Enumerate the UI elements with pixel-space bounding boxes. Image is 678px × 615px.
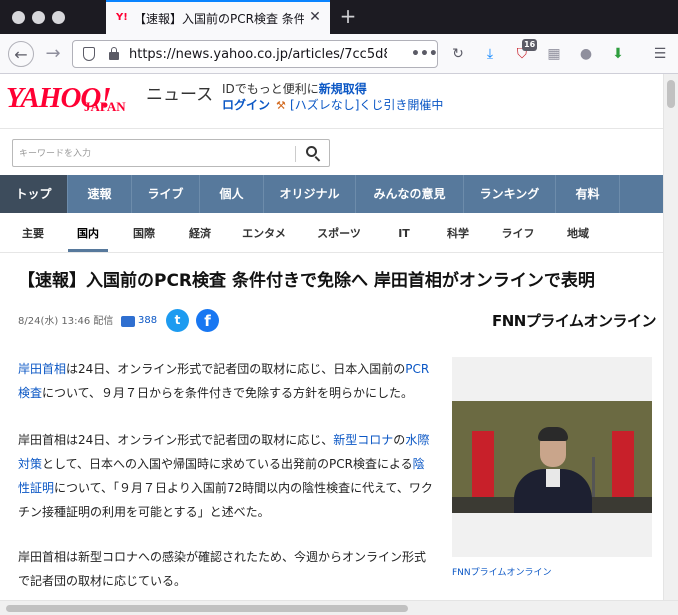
main-nav-live[interactable]: ライブ bbox=[132, 175, 200, 213]
browser-window: Y! 【速報】入国前のPCR検査 条件付きで免除へ 岸田首相がオンラインで表明 … bbox=[0, 0, 678, 615]
back-arrow-icon[interactable]: ← bbox=[8, 41, 34, 67]
active-tab-indicator bbox=[68, 249, 108, 252]
lock-icon[interactable] bbox=[109, 47, 119, 60]
hamburger-menu-icon[interactable]: ☰ bbox=[650, 44, 670, 64]
search-box: キーワードを入力 bbox=[12, 139, 330, 167]
url-text[interactable]: https://news.yahoo.co.jp/articles/7cc5d8… bbox=[129, 45, 387, 65]
photo-caption[interactable]: FNNプライムオンライン bbox=[452, 565, 652, 581]
category-tab-it[interactable]: IT bbox=[384, 225, 424, 243]
main-nav-top[interactable]: トップ bbox=[0, 175, 68, 213]
article-paragraph-3: 岸田首相は新型コロナへの感染が確認されたため、今週からオンライン形式で記者団の取… bbox=[18, 550, 427, 588]
close-window-button[interactable] bbox=[12, 11, 25, 24]
main-nav-original[interactable]: オリジナル bbox=[264, 175, 356, 213]
paragraph-text: について、９月７日からを条件付きで免除する方針を明らかにした。 bbox=[42, 386, 414, 400]
article-paragraph-2: 岸田首相は24日、オンライン形式で記者団の取材に応じ、新型コロナの水際対策として… bbox=[18, 428, 436, 524]
reader-icon[interactable]: ▦ bbox=[544, 44, 564, 64]
twitter-share-icon[interactable]: t bbox=[166, 309, 189, 332]
horizontal-scroll-thumb[interactable] bbox=[6, 605, 408, 612]
tab-strip: Y! 【速報】入国前のPCR検査 条件付きで免除へ 岸田首相がオンラインで表明 … bbox=[0, 0, 678, 34]
minimize-window-button[interactable] bbox=[32, 11, 45, 24]
category-tab-international[interactable]: 国際 bbox=[122, 225, 166, 243]
maximize-window-button[interactable] bbox=[52, 11, 65, 24]
category-tab-life[interactable]: ライフ bbox=[492, 225, 544, 243]
paragraph-text: 岸田首相は24日、オンライン形式で記者団の取材に応じ、 bbox=[18, 433, 334, 447]
green-download-icon[interactable]: ⬇ bbox=[608, 44, 628, 64]
category-tab-entertainment[interactable]: エンタメ bbox=[234, 225, 294, 243]
section-title[interactable]: ニュース bbox=[146, 83, 216, 107]
browser-tab[interactable]: Y! 【速報】入国前のPCR検査 条件付きで免除へ 岸田首相がオンラインで表明 … bbox=[106, 0, 330, 34]
fnn-source-logo[interactable]: FNNプライムオンライン bbox=[492, 310, 657, 332]
category-tab-major[interactable]: 主要 bbox=[12, 225, 54, 243]
login-link[interactable]: ログイン bbox=[222, 98, 270, 112]
category-tab-sports[interactable]: スポーツ bbox=[306, 225, 372, 243]
category-tab-domestic[interactable]: 国内 bbox=[66, 225, 110, 243]
gavel-icon: ⚒ bbox=[276, 99, 286, 112]
kishida-link[interactable]: 岸田首相 bbox=[18, 362, 66, 376]
download-icon[interactable]: ⤓ bbox=[480, 44, 500, 64]
search-input[interactable]: キーワードを入力 bbox=[19, 145, 289, 163]
tab-title: 【速報】入国前のPCR検査 条件付きで免除へ 岸田首相がオンラインで表明 bbox=[134, 12, 304, 26]
signup-link[interactable]: 新規取得 bbox=[319, 82, 367, 96]
yahoo-favicon-icon: Y! bbox=[116, 12, 128, 23]
paragraph-text: として、日本への入国や帰国時に求めている出発前のPCR検査による bbox=[42, 457, 413, 471]
main-nav-breaking[interactable]: 速報 bbox=[68, 175, 132, 213]
main-nav: トップ 速報 ライブ 個人 オリジナル みんなの意見 ランキング 有料 bbox=[0, 175, 663, 213]
search-separator bbox=[295, 146, 296, 162]
category-tab-science[interactable]: 科学 bbox=[436, 225, 480, 243]
comment-count[interactable]: 388 bbox=[138, 313, 168, 329]
header-divider bbox=[0, 128, 663, 129]
category-nav: 主要 国内 国際 経済 エンタメ スポーツ IT 科学 ライフ 地域 bbox=[0, 213, 663, 253]
paragraph-text: の bbox=[393, 433, 406, 447]
category-tab-local[interactable]: 地域 bbox=[556, 225, 600, 243]
vertical-scrollbar[interactable] bbox=[663, 74, 678, 600]
comment-icon[interactable] bbox=[121, 316, 135, 327]
close-tab-icon[interactable]: ✕ bbox=[306, 8, 324, 26]
extension-badge: 16 bbox=[522, 39, 538, 51]
article-paragraph-1: 岸田首相は24日、オンライン形式で記者団の取材に応じ、日本入国前のPCR検査につ… bbox=[18, 357, 436, 405]
covid-link[interactable]: 新型コロナ bbox=[333, 433, 393, 447]
tracking-shield-icon[interactable] bbox=[83, 47, 95, 61]
category-tab-economy[interactable]: 経済 bbox=[178, 225, 222, 243]
main-nav-individual[interactable]: 個人 bbox=[200, 175, 264, 213]
main-nav-paid[interactable]: 有料 bbox=[556, 175, 620, 213]
article-headline: 【速報】入国前のPCR検査 条件付きで免除へ 岸田首相がオンラインで表明 bbox=[18, 271, 595, 291]
navigation-toolbar: ← → https://news.yahoo.co.jp/articles/7c… bbox=[0, 34, 678, 74]
yahoo-japan-logo-text[interactable]: JAPAN bbox=[84, 99, 144, 115]
main-nav-opinions[interactable]: みんなの意見 bbox=[356, 175, 464, 213]
facebook-share-icon[interactable]: f bbox=[196, 309, 219, 332]
page-actions-menu-icon[interactable]: ••• bbox=[411, 44, 438, 64]
address-bar[interactable]: https://news.yahoo.co.jp/articles/7cc5d8… bbox=[72, 40, 438, 68]
reload-icon[interactable]: ↻ bbox=[448, 44, 468, 64]
forward-arrow-icon[interactable]: → bbox=[40, 41, 66, 67]
paragraph-text: について、「９月７日より入国前72時間以内の陰性検査に代えて、ワクチン接種証明の… bbox=[18, 481, 433, 519]
article-photo[interactable] bbox=[452, 401, 652, 513]
login-row: ログイン ⚒ [ハズレなし]くじ引き開催中 bbox=[222, 96, 462, 114]
main-nav-ranking[interactable]: ランキング bbox=[464, 175, 556, 213]
vertical-scroll-thumb[interactable] bbox=[667, 80, 675, 108]
paragraph-text: は24日、オンライン形式で記者団の取材に応じ、日本入国前の bbox=[66, 362, 406, 376]
lottery-link[interactable]: [ハズレなし]くじ引き開催中 bbox=[290, 98, 443, 112]
horizontal-scrollbar[interactable] bbox=[0, 600, 678, 615]
new-tab-button[interactable]: + bbox=[338, 5, 358, 27]
extension-dots-icon[interactable]: ● bbox=[576, 44, 596, 64]
promo-text: IDでもっと便利に bbox=[222, 82, 319, 96]
search-icon[interactable] bbox=[303, 143, 325, 165]
